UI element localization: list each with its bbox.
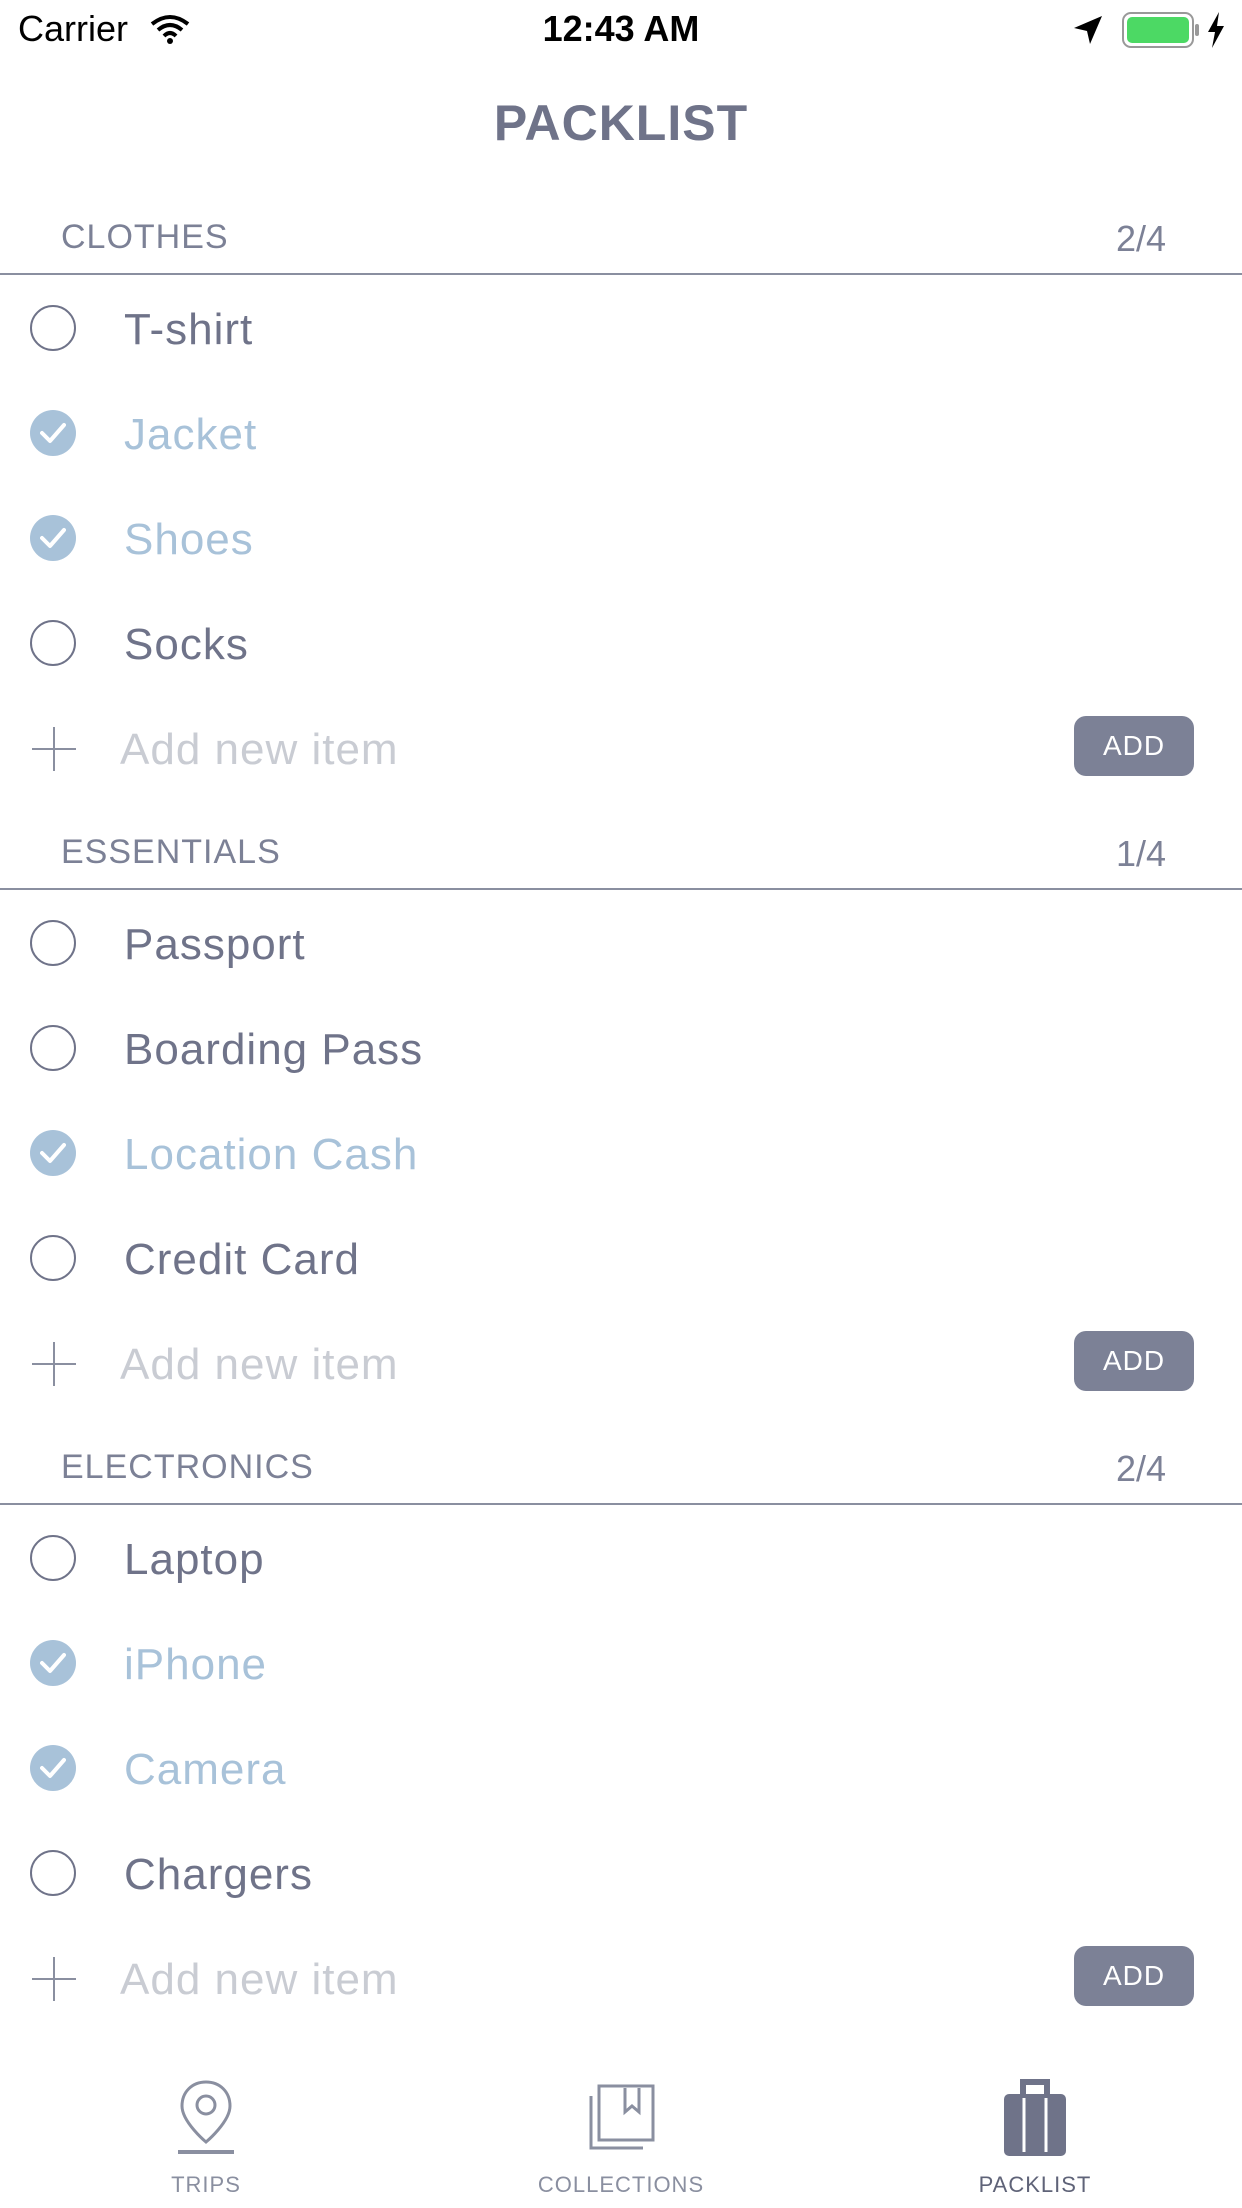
tab-packlist[interactable]: PACKLIST bbox=[885, 2060, 1185, 2208]
empty-circle-icon[interactable] bbox=[30, 1025, 76, 1071]
empty-circle-icon[interactable] bbox=[30, 920, 76, 966]
item-label: Location Cash bbox=[124, 1130, 419, 1179]
location-arrow-icon bbox=[1072, 14, 1104, 51]
empty-circle-icon[interactable] bbox=[30, 1850, 76, 1896]
add-button[interactable]: ADD bbox=[1074, 1946, 1194, 2006]
item-label: Laptop bbox=[124, 1535, 265, 1584]
charging-bolt-icon bbox=[1206, 12, 1226, 53]
item-label: Chargers bbox=[124, 1850, 313, 1899]
add-item-input[interactable]: Add new item bbox=[120, 1955, 399, 2005]
section-header: CLOTHES 2/4 bbox=[0, 202, 1242, 275]
suitcase-icon bbox=[885, 2078, 1185, 2167]
section-essentials: ESSENTIALS 1/4 Passport Boarding Pass Locati… bbox=[0, 817, 1242, 1415]
tab-trips[interactable]: TRIPS bbox=[56, 2060, 356, 2208]
list-item[interactable]: Passport bbox=[0, 890, 1242, 995]
section-count: 1/4 bbox=[1115, 833, 1166, 874]
section-count: 2/4 bbox=[1115, 1448, 1166, 1489]
section-title: ELECTRONICS bbox=[61, 1448, 314, 1486]
section-title: CLOTHES bbox=[61, 218, 229, 256]
empty-circle-icon[interactable] bbox=[30, 1235, 76, 1281]
tab-label-collections: COLLECTIONS bbox=[537, 2172, 705, 2197]
checked-circle-icon[interactable] bbox=[30, 515, 76, 561]
add-item-row: Add new item ADD bbox=[0, 695, 1242, 800]
list-item[interactable]: T-shirt bbox=[0, 275, 1242, 380]
add-item-input[interactable]: Add new item bbox=[120, 725, 399, 775]
list-item[interactable]: Boarding Pass bbox=[0, 995, 1242, 1100]
plus-icon[interactable] bbox=[30, 1340, 78, 1393]
list-item[interactable]: iPhone bbox=[0, 1610, 1242, 1715]
clock: 12:43 AM bbox=[542, 8, 700, 49]
item-label: Credit Card bbox=[124, 1235, 360, 1284]
tab-collections[interactable]: COLLECTIONS bbox=[471, 2060, 771, 2208]
section-title: ESSENTIALS bbox=[61, 833, 281, 871]
list-item[interactable]: Shoes bbox=[0, 485, 1242, 590]
section-electronics: ELECTRONICS 2/4 Laptop iPhone Camera Chargers… bbox=[0, 1432, 1242, 2030]
item-label: Jacket bbox=[124, 410, 258, 459]
list-item[interactable]: Camera bbox=[0, 1715, 1242, 1820]
battery-icon bbox=[1122, 12, 1200, 53]
section-header: ELECTRONICS 2/4 bbox=[0, 1432, 1242, 1505]
section-count: 2/4 bbox=[1115, 218, 1166, 259]
list-item[interactable]: Location Cash bbox=[0, 1100, 1242, 1205]
checked-circle-icon[interactable] bbox=[30, 1130, 76, 1176]
status-bar: Carrier 12:43 AM bbox=[0, 0, 1242, 62]
checked-circle-icon[interactable] bbox=[30, 1745, 76, 1791]
checked-circle-icon[interactable] bbox=[30, 410, 76, 456]
plus-icon[interactable] bbox=[30, 1955, 78, 2008]
checked-circle-icon[interactable] bbox=[30, 1640, 76, 1686]
tab-label-trips: TRIPS bbox=[171, 2172, 241, 2197]
list-item[interactable]: Laptop bbox=[0, 1505, 1242, 1610]
map-pin-icon bbox=[56, 2078, 356, 2163]
page-title: PACKLIST bbox=[493, 95, 749, 151]
add-button[interactable]: ADD bbox=[1074, 716, 1194, 776]
list-item[interactable]: Credit Card bbox=[0, 1205, 1242, 1310]
add-button[interactable]: ADD bbox=[1074, 1331, 1194, 1391]
tab-bar: TRIPS COLLECTIONS PACKLIST bbox=[0, 2060, 1242, 2208]
item-label: Passport bbox=[124, 920, 306, 969]
list-item[interactable]: Chargers bbox=[0, 1820, 1242, 1925]
section-clothes: CLOTHES 2/4 T-shirt Jacket Shoes Socks Add new… bbox=[0, 202, 1242, 800]
list-item[interactable]: Socks bbox=[0, 590, 1242, 695]
add-item-row: Add new item ADD bbox=[0, 1310, 1242, 1415]
list-item[interactable]: Jacket bbox=[0, 380, 1242, 485]
add-item-input[interactable]: Add new item bbox=[120, 1340, 399, 1390]
item-label: Boarding Pass bbox=[124, 1025, 424, 1074]
item-label: Shoes bbox=[124, 515, 254, 564]
tab-label-packlist: PACKLIST bbox=[978, 2172, 1092, 2197]
empty-circle-icon[interactable] bbox=[30, 1535, 76, 1581]
section-header: ESSENTIALS 1/4 bbox=[0, 817, 1242, 890]
item-label: Socks bbox=[124, 620, 249, 669]
add-item-row: Add new item ADD bbox=[0, 1925, 1242, 2030]
empty-circle-icon[interactable] bbox=[30, 305, 76, 351]
item-label: iPhone bbox=[124, 1640, 268, 1689]
plus-icon[interactable] bbox=[30, 725, 78, 778]
item-label: T-shirt bbox=[124, 305, 254, 354]
empty-circle-icon[interactable] bbox=[30, 620, 76, 666]
item-label: Camera bbox=[124, 1745, 287, 1794]
bookmark-album-icon bbox=[471, 2078, 771, 2163]
